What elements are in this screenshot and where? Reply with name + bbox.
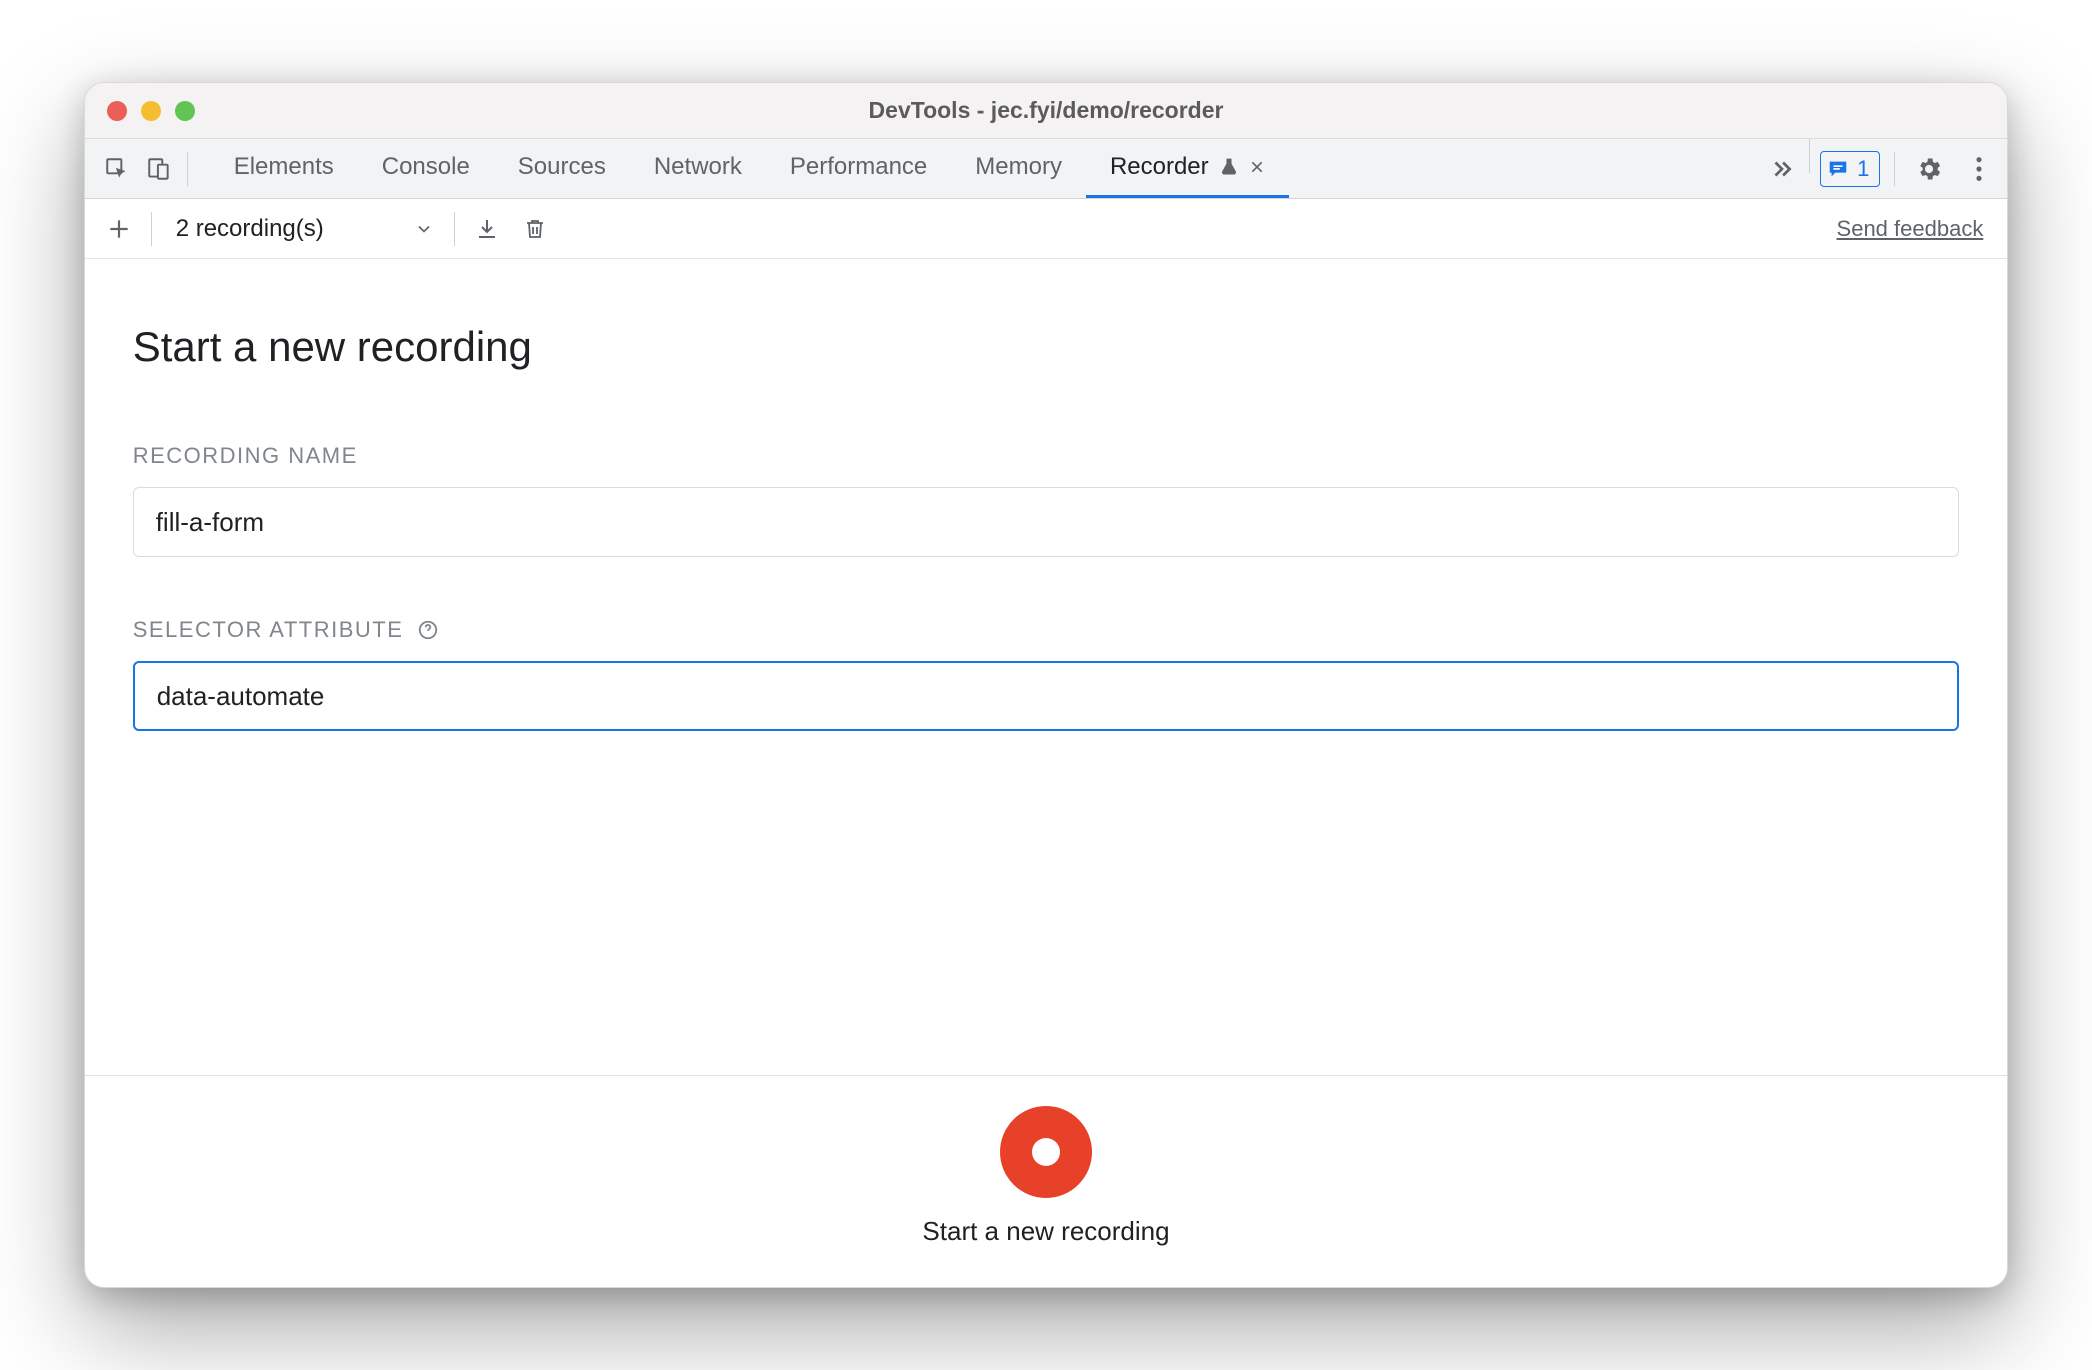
divider (454, 212, 455, 246)
selector-attribute-field: Selector Attribute (133, 617, 1960, 731)
more-tabs-icon[interactable] (1759, 139, 1805, 198)
recordings-dropdown-label: 2 recording(s) (176, 215, 324, 243)
devtools-window: DevTools - jec.fyi/demo/recorder Element… (84, 82, 2009, 1288)
tab-network[interactable]: Network (630, 139, 766, 198)
tab-label: Elements (234, 153, 334, 181)
tab-elements[interactable]: Elements (210, 139, 358, 198)
tab-sources[interactable]: Sources (494, 139, 630, 198)
help-icon[interactable] (417, 619, 439, 641)
divider (1809, 139, 1810, 173)
start-recording-button[interactable] (1000, 1106, 1092, 1198)
message-icon (1827, 158, 1849, 180)
recorder-toolbar: 2 recording(s) Send feedback (85, 199, 2008, 259)
panel-tabbar: Elements Console Sources Network Perform… (85, 139, 2008, 199)
record-icon (1032, 1138, 1060, 1166)
recording-name-label: Recording Name (133, 443, 1960, 469)
close-window-button[interactable] (107, 101, 127, 121)
tab-memory[interactable]: Memory (951, 139, 1086, 198)
issues-badge[interactable]: 1 (1820, 151, 1880, 187)
divider (187, 152, 188, 186)
send-feedback-link[interactable]: Send feedback (1837, 216, 1994, 242)
recorder-footer: Start a new recording (85, 1075, 2008, 1287)
tab-recorder[interactable]: Recorder (1086, 139, 1289, 198)
recording-name-field: Recording Name (133, 443, 1960, 557)
export-icon[interactable] (467, 209, 507, 249)
page-title: Start a new recording (133, 323, 1960, 371)
recording-name-input[interactable] (133, 487, 1960, 557)
beaker-icon (1219, 157, 1239, 177)
recordings-dropdown[interactable]: 2 recording(s) (164, 208, 442, 250)
device-toolbar-icon[interactable] (141, 151, 177, 187)
settings-icon[interactable] (1909, 149, 1949, 189)
window-titlebar: DevTools - jec.fyi/demo/recorder (85, 83, 2008, 139)
start-recording-label: Start a new recording (922, 1216, 1169, 1247)
window-traffic-lights (107, 101, 195, 121)
tab-label: Network (654, 153, 742, 181)
more-options-icon[interactable] (1959, 149, 1999, 189)
tab-label: Recorder (1110, 153, 1209, 181)
issues-count: 1 (1857, 156, 1869, 182)
tab-label: Sources (518, 153, 606, 181)
delete-icon[interactable] (515, 209, 555, 249)
selector-attribute-label: Selector Attribute (133, 617, 1960, 643)
tab-label: Memory (975, 153, 1062, 181)
inspect-element-icon[interactable] (99, 151, 135, 187)
minimize-window-button[interactable] (141, 101, 161, 121)
new-recording-icon[interactable] (99, 209, 139, 249)
tab-label: Console (382, 153, 470, 181)
maximize-window-button[interactable] (175, 101, 195, 121)
window-title: DevTools - jec.fyi/demo/recorder (869, 97, 1224, 124)
tab-console[interactable]: Console (358, 139, 494, 198)
close-tab-icon[interactable] (1249, 159, 1265, 175)
recorder-panel-main: Start a new recording Recording Name Sel… (85, 259, 2008, 1075)
tab-label: Performance (790, 153, 927, 181)
panel-tabs: Elements Console Sources Network Perform… (210, 139, 1759, 198)
tab-performance[interactable]: Performance (766, 139, 951, 198)
divider (1894, 152, 1895, 186)
selector-attribute-label-text: Selector Attribute (133, 617, 404, 643)
selector-attribute-input[interactable] (133, 661, 1960, 731)
chevron-down-icon (414, 219, 434, 239)
divider (151, 212, 152, 246)
